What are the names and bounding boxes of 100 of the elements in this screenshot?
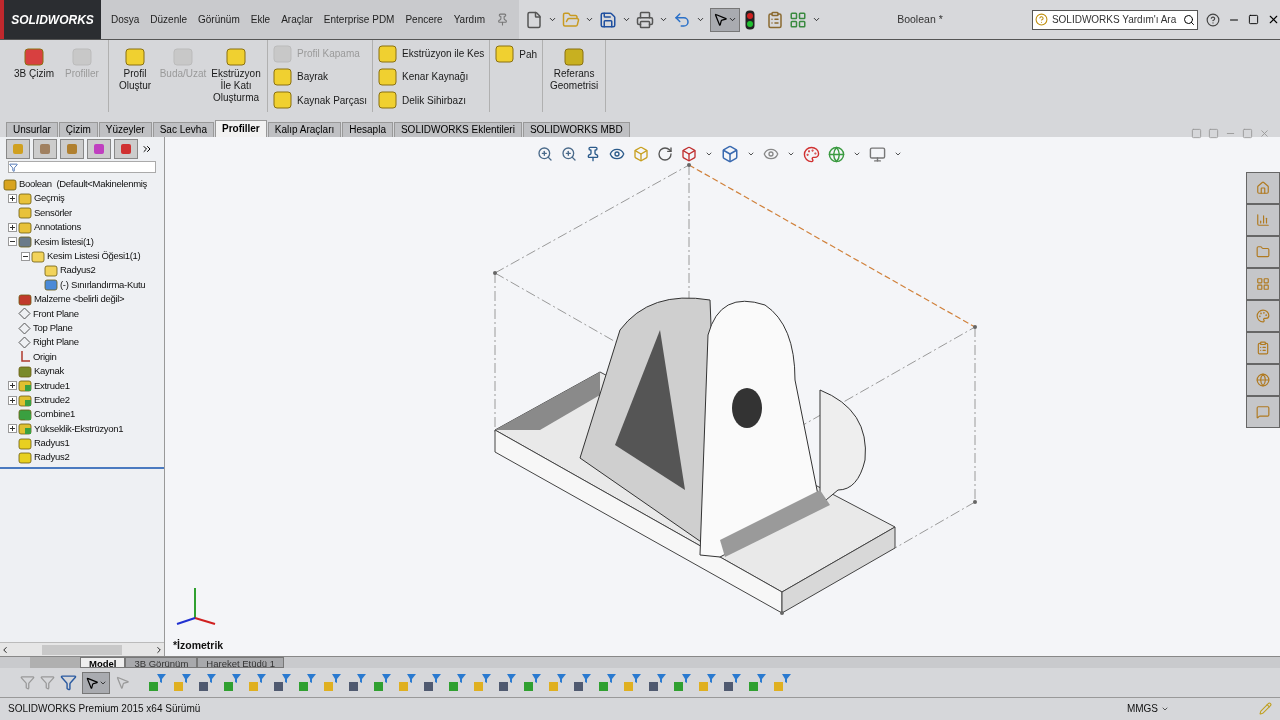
selection-filter-icon[interactable] (472, 672, 492, 693)
scene-icon[interactable] (828, 145, 845, 163)
tree-item[interactable]: Boolean (Default<Makinelenmiş (19, 177, 148, 192)
selection-filter-icon[interactable] (647, 672, 667, 693)
maximize-icon[interactable] (1248, 14, 1259, 25)
caret-icon[interactable] (705, 150, 713, 158)
command-tab[interactable]: Sac Levha (152, 122, 214, 137)
panel-tab[interactable] (33, 139, 57, 159)
collapse-toggle[interactable] (8, 237, 17, 247)
ribbon-button[interactable]: Referans Geometrisi (546, 40, 603, 112)
tree-item[interactable]: Sensörler (34, 205, 72, 221)
ribbon-button[interactable]: Kaynak Parçası (271, 88, 370, 112)
selection-filter-icon[interactable] (172, 672, 192, 693)
tree-item[interactable]: Geçmiş (34, 191, 65, 206)
tree-item[interactable]: Radyus2 (60, 263, 96, 278)
task-pane-tab[interactable] (1246, 204, 1280, 236)
menu-item[interactable]: Ekle (250, 12, 271, 27)
tree-item[interactable]: Extrude2 (34, 392, 70, 408)
menu-item[interactable]: Enterprise PDM (323, 12, 395, 27)
task-pane-tab[interactable] (1246, 268, 1280, 300)
caret-icon[interactable] (853, 150, 861, 158)
menu-item[interactable]: Görünüm (198, 12, 240, 27)
app-logo[interactable]: SOLIDWORKS (0, 0, 101, 39)
scroll-right-icon[interactable] (154, 644, 164, 655)
tree-item[interactable]: Top Plane (33, 320, 73, 336)
select-button[interactable] (710, 7, 741, 32)
selection-filter-icon[interactable] (447, 672, 467, 693)
task-pane-tab[interactable] (1246, 172, 1280, 204)
menu-item[interactable]: Pencere (405, 12, 443, 27)
command-tab[interactable]: Hesapla (342, 122, 393, 137)
selection-filter-icon[interactable] (247, 672, 267, 693)
caret-icon[interactable] (696, 15, 706, 24)
command-tab[interactable]: Unsurlar (6, 122, 58, 137)
selection-filter-icon[interactable] (547, 672, 567, 693)
selection-filter-icon[interactable] (697, 672, 717, 693)
horizontal-scrollbar[interactable] (0, 642, 164, 656)
units-selector[interactable]: MMGS (1126, 701, 1169, 716)
pin-icon[interactable] (496, 13, 510, 26)
menu-item[interactable]: Araçlar (281, 12, 313, 27)
new-document-icon[interactable] (525, 10, 544, 29)
zoom-fit-icon[interactable] (537, 146, 553, 162)
command-tab[interactable]: Çizim (58, 122, 98, 137)
panel-tab[interactable] (87, 139, 111, 159)
tree-item[interactable]: Right Plane (33, 335, 79, 350)
selection-filter-icon[interactable] (572, 672, 592, 693)
caret-icon[interactable] (659, 15, 669, 24)
options-icon[interactable] (789, 10, 808, 29)
tree-item[interactable]: Combine1 (34, 407, 75, 422)
selection-filter-icon[interactable] (272, 672, 292, 693)
caret-icon[interactable] (622, 15, 632, 24)
caret-icon[interactable] (787, 150, 795, 158)
ribbon-button[interactable]: Ekstrüzyon İle Katı Oluşturma (208, 40, 264, 112)
help-search-field[interactable]: SOLIDWORKS Yardım'ı Ara (1031, 9, 1198, 30)
save-icon[interactable] (599, 10, 618, 29)
tree-item[interactable]: Front Plane (33, 306, 79, 321)
task-pane-tab[interactable] (1246, 300, 1280, 332)
filter-field[interactable] (8, 161, 156, 173)
selection-filter-icon[interactable] (497, 672, 517, 693)
selection-filter-icon[interactable] (622, 672, 642, 693)
zoom-area-icon[interactable] (561, 146, 577, 162)
task-pane-tab[interactable] (1246, 396, 1280, 428)
more-icon[interactable] (141, 143, 153, 155)
traffic-light-icon[interactable] (745, 9, 756, 30)
selection-filter-icon[interactable] (722, 672, 742, 693)
ribbon-button[interactable]: Kenar Kaynağı (376, 65, 487, 89)
selection-filter-icon[interactable] (522, 672, 542, 693)
pointer-icon[interactable] (115, 675, 130, 690)
tree-item[interactable]: Origin (33, 349, 57, 364)
filter-icon[interactable] (60, 674, 77, 691)
view-settings-icon[interactable] (869, 145, 886, 163)
tree-item[interactable]: Yükseklik-Ekstrüzyon1 (34, 421, 124, 436)
command-tab[interactable]: SOLIDWORKS Eklentileri (393, 122, 522, 137)
selection-filter-icon[interactable] (297, 672, 317, 693)
ribbon-button[interactable]: 3B Çizim (11, 40, 57, 112)
ribbon-button[interactable]: Bayrak (271, 65, 370, 89)
caret-icon[interactable] (894, 150, 902, 158)
selection-filter-icon[interactable] (347, 672, 367, 693)
expand-toggle[interactable] (8, 395, 17, 405)
selection-filter-icon[interactable] (672, 672, 692, 693)
file-properties-icon[interactable] (766, 10, 785, 29)
ribbon-button[interactable]: Profil Oluştur (112, 40, 158, 112)
command-tab[interactable]: Profiller (214, 120, 267, 137)
selection-filter-icon[interactable] (397, 672, 417, 693)
select-button[interactable] (82, 671, 110, 694)
tree-item[interactable]: Kesim listesi(1) (34, 234, 94, 249)
caret-icon[interactable] (812, 15, 822, 24)
selection-filter-icon[interactable] (597, 672, 617, 693)
close-icon[interactable] (1267, 13, 1280, 26)
hide-show-icon[interactable] (763, 146, 779, 162)
printer-icon[interactable] (636, 10, 655, 29)
selection-filter-icon[interactable] (422, 672, 442, 693)
rotate-icon[interactable] (657, 146, 673, 162)
panel-tab[interactable] (60, 139, 84, 159)
appearance-icon[interactable] (803, 145, 820, 163)
selection-filter-icon[interactable] (322, 672, 342, 693)
selection-filter-icon[interactable] (747, 672, 767, 693)
split-view-icon[interactable] (1191, 128, 1202, 139)
caret-icon[interactable] (585, 15, 595, 24)
task-pane-tab[interactable] (1246, 236, 1280, 268)
selection-filter-icon[interactable] (372, 672, 392, 693)
